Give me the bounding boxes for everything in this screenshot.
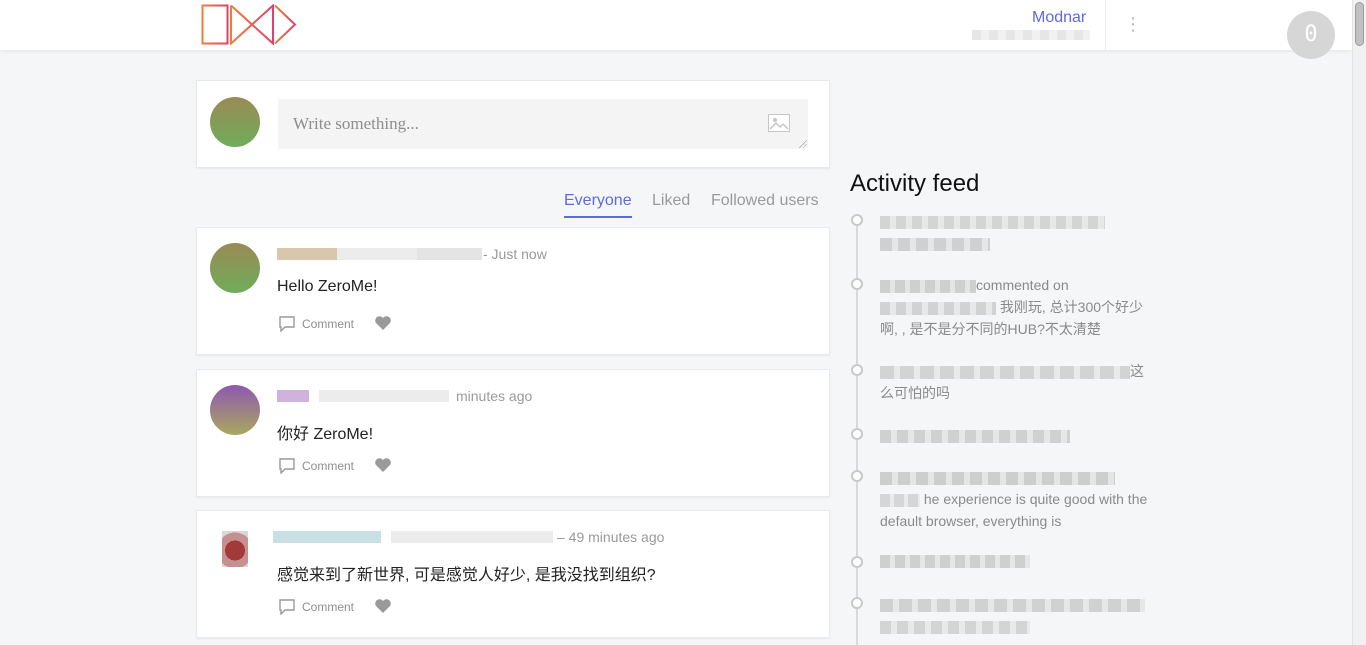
post-body: 你好 ZeroMe! — [277, 426, 374, 443]
post-author-avatar[interactable] — [210, 243, 260, 293]
post-input[interactable]: Write something... — [278, 99, 808, 149]
post-card: – 49 minutes ago 感觉来到了新世界, 可是感觉人好少, 是我没找… — [196, 510, 830, 638]
comment-button[interactable]: Comment — [302, 317, 354, 331]
activity-redacted-text[interactable] — [880, 365, 1130, 379]
activity-redacted-text[interactable] — [880, 301, 996, 315]
post-timestamp: - Just now — [483, 246, 547, 262]
post-author-avatar[interactable] — [210, 523, 260, 573]
activity-redacted-text[interactable] — [880, 471, 1115, 485]
activity-feed-title: Activity feed — [850, 170, 980, 197]
own-avatar — [210, 97, 260, 147]
timeline-dot — [851, 556, 863, 568]
timeline-dot — [851, 597, 863, 609]
scrollbar-thumb[interactable] — [1355, 2, 1364, 46]
activity-item — [880, 210, 1150, 254]
activity-item: commented on 我刚玩, 总计300个好少啊, , 是不是分不同的HU… — [880, 274, 1150, 340]
activity-item — [880, 549, 1150, 571]
top-bar: Modnar ⋮ — [0, 0, 1352, 50]
timeline-dot — [851, 278, 863, 290]
activity-text: commented on — [976, 277, 1069, 293]
activity-redacted-text[interactable] — [880, 429, 1070, 443]
heart-icon[interactable] — [374, 315, 392, 331]
heart-icon[interactable] — [374, 457, 392, 473]
activity-item — [880, 424, 1150, 446]
comment-icon[interactable] — [279, 316, 295, 332]
active-tab-indicator — [564, 216, 632, 218]
post-author-name[interactable] — [277, 390, 449, 402]
post-input-placeholder: Write something... — [293, 114, 419, 133]
tab-liked[interactable]: Liked — [652, 192, 690, 210]
activity-redacted-text[interactable] — [880, 554, 1030, 568]
compose-card: Write something... — [196, 80, 830, 168]
post-author-name[interactable] — [277, 248, 482, 260]
activity-text: 这 — [1130, 363, 1144, 379]
header-divider — [1105, 0, 1106, 50]
post-body: 感觉来到了新世界, 可是感觉人好少, 是我没找到组织? — [277, 567, 656, 584]
activity-text: 么可怕的吗 — [880, 385, 950, 401]
post-card: - Just now Hello ZeroMe! Comment — [196, 227, 830, 355]
activity-redacted-text[interactable] — [880, 279, 976, 293]
comment-icon[interactable] — [279, 599, 295, 615]
activity-redacted-text[interactable] — [880, 620, 1030, 634]
user-name-link[interactable]: Modnar — [1032, 9, 1086, 27]
activity-redacted-text[interactable] — [880, 598, 1145, 612]
zerome-logo[interactable] — [201, 4, 297, 45]
activity-redacted-text[interactable] — [880, 493, 920, 507]
timeline-dot — [851, 214, 863, 226]
timeline-dot — [851, 364, 863, 376]
activity-text: he experience is quite good with the def… — [880, 491, 1148, 529]
user-address — [972, 30, 1090, 40]
post-author-name[interactable] — [273, 531, 553, 543]
comment-button[interactable]: Comment — [302, 600, 354, 614]
activity-item: 这 么可怕的吗 — [880, 360, 1150, 404]
resize-grip[interactable] — [798, 139, 807, 148]
image-upload-icon[interactable] — [768, 114, 790, 132]
timeline-dot — [851, 470, 863, 482]
post-timestamp: – 49 minutes ago — [557, 529, 665, 545]
activity-redacted-text[interactable] — [880, 215, 1105, 229]
tab-everyone[interactable]: Everyone — [564, 192, 632, 210]
comment-icon[interactable] — [279, 458, 295, 474]
tab-followed-users[interactable]: Followed users — [711, 192, 819, 210]
post-timestamp: minutes ago — [456, 388, 533, 404]
notification-counter[interactable]: 0 — [1287, 11, 1335, 59]
activity-item: he experience is quite good with the def… — [880, 466, 1150, 532]
more-menu-icon[interactable]: ⋮ — [1124, 12, 1142, 36]
heart-icon[interactable] — [374, 598, 392, 614]
activity-item — [880, 593, 1150, 637]
post-author-avatar[interactable] — [210, 385, 260, 435]
post-body: Hello ZeroMe! — [277, 278, 378, 295]
activity-redacted-text[interactable] — [880, 237, 990, 251]
timeline-dot — [851, 428, 863, 440]
comment-button[interactable]: Comment — [302, 459, 354, 473]
post-card: minutes ago 你好 ZeroMe! Comment — [196, 369, 830, 497]
page-scrollbar[interactable] — [1352, 0, 1366, 645]
